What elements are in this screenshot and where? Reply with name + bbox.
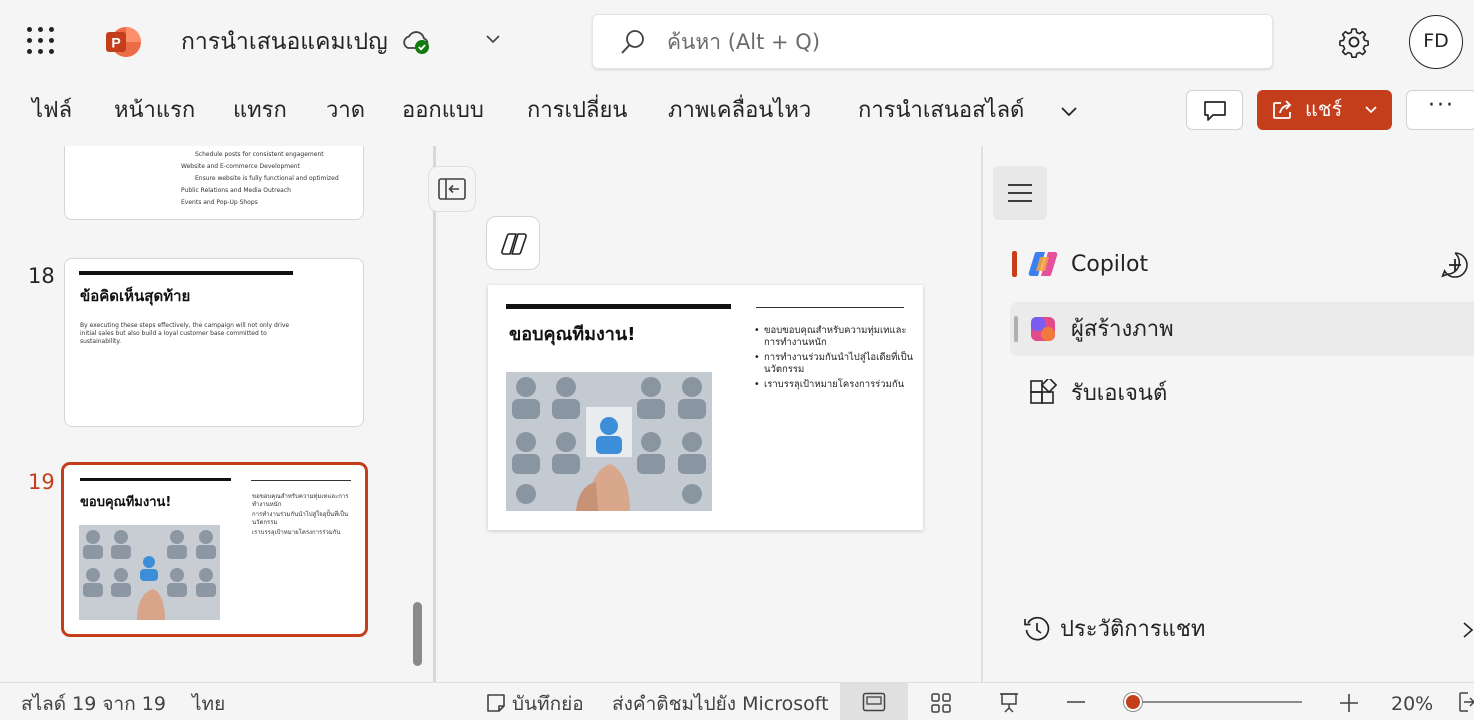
search-placeholder: ค้นหา (Alt + Q) — [667, 30, 821, 54]
share-label: แชร์ — [1305, 97, 1343, 121]
search-icon — [621, 30, 644, 54]
thumb-title-bar — [80, 478, 231, 481]
slide-thumbnail-pane[interactable]: Schedule posts for consistent engagement… — [0, 146, 434, 682]
copilot-slide-button[interactable] — [486, 216, 540, 270]
notes-icon — [487, 694, 505, 712]
active-indicator — [1012, 251, 1017, 277]
share-button[interactable]: แชร์ — [1257, 90, 1392, 130]
share-icon — [1273, 100, 1292, 119]
collapse-thumbnails-button[interactable] — [428, 166, 476, 212]
slide-thumbnail-17[interactable]: Schedule posts for consistent engagement… — [64, 146, 364, 220]
document-title[interactable]: การนำเสนอแคมเปญ — [181, 24, 388, 60]
chevron-down-icon[interactable] — [1058, 100, 1080, 122]
zoom-out-icon[interactable] — [1065, 692, 1087, 712]
svg-text:P: P — [111, 35, 120, 51]
tab-animations[interactable]: ภาพเคลื่อนไหว — [668, 94, 811, 128]
thumbnail-pane-divider[interactable] — [433, 146, 436, 682]
slide-divider — [756, 307, 904, 308]
slide-bullets[interactable]: ขอบขอบคุณสำหรับความทุ่มเทและการทำงานหนัก… — [754, 325, 914, 394]
history-icon[interactable] — [1023, 615, 1051, 643]
gear-icon[interactable] — [1338, 26, 1370, 58]
cloud-saved-icon[interactable] — [401, 28, 433, 56]
tab-insert[interactable]: แทรก — [233, 94, 287, 128]
comments-button[interactable] — [1186, 90, 1243, 130]
tab-file[interactable]: ไฟล์ — [32, 94, 72, 128]
thumb-text-line: Website and E-commerce Development — [181, 163, 300, 170]
comment-icon — [1204, 101, 1226, 121]
current-slide[interactable]: ขอบคุณทีมงาน! ขอบขอบคุณสำหรับความทุ่มเทแ… — [488, 285, 923, 530]
slide-bullet: การทำงานร่วมกันนำไปสู่ไอเดียที่เป็นนวัตก… — [754, 352, 914, 376]
slide-title-bar — [506, 304, 731, 309]
powerpoint-logo-icon: P — [106, 27, 141, 57]
tab-home[interactable]: หน้าแรก — [114, 94, 195, 128]
chevron-down-icon[interactable] — [484, 30, 502, 48]
team-puzzle-photo[interactable] — [506, 372, 712, 511]
thumb-body: By executing these steps effectively, th… — [80, 322, 290, 345]
thumb-bullet: การทำงานร่วมกันนำไปสู่ใจอุปั้นที่เป็นนวั… — [252, 511, 349, 526]
zoom-slider-thumb[interactable] — [1124, 693, 1142, 711]
search-box[interactable]: ค้นหา (Alt + Q) — [592, 14, 1273, 69]
slide-title[interactable]: ขอบคุณทีมงาน! — [509, 319, 635, 348]
hamburger-icon — [1008, 184, 1032, 202]
copilot-label[interactable]: Copilot — [1071, 249, 1148, 281]
zoom-in-icon[interactable] — [1338, 692, 1360, 714]
thumb-title: ข้อคิดเห็นสุดท้าย — [80, 287, 191, 305]
chevron-down-icon — [1365, 106, 1377, 114]
slide-thumbnail-19[interactable]: ขอบคุณทีมงาน! ขอขอบคุณสำหรับความทุ่มเทแล… — [61, 462, 368, 637]
reading-view-icon[interactable] — [998, 691, 1020, 715]
thumb-team-photo — [79, 525, 220, 620]
zoom-level[interactable]: 20% — [1391, 692, 1433, 716]
apps-add-icon[interactable] — [1029, 379, 1057, 407]
thumb-text-line: Schedule posts for consistent engagement — [195, 151, 324, 158]
get-agents-label[interactable]: รับเอเจนต์ — [1071, 378, 1167, 410]
slide-number: 18 — [28, 264, 55, 288]
item-indicator — [1014, 316, 1018, 342]
thumb-bullets: ขอขอบคุณสำหรับความทุ่มเทและการทำงานหนัก … — [252, 493, 354, 537]
new-chat-icon[interactable] — [1440, 250, 1470, 280]
slide-number: 19 — [28, 470, 55, 494]
collapse-pane-icon — [438, 178, 466, 200]
chat-history-label[interactable]: ประวัติการแชท — [1060, 614, 1205, 646]
copilot-outline-icon — [501, 233, 527, 255]
notes-button[interactable]: บันทึกย่อ — [512, 692, 584, 716]
thumb-divider — [251, 480, 351, 481]
user-avatar[interactable]: FD — [1409, 15, 1463, 69]
tab-draw[interactable]: วาด — [326, 94, 365, 128]
zoom-slider-track[interactable] — [1124, 701, 1302, 703]
slide-thumbnail-18[interactable]: ข้อคิดเห็นสุดท้าย By executing these ste… — [64, 258, 364, 427]
more-options-button[interactable]: ··· — [1406, 90, 1474, 130]
feedback-button[interactable]: ส่งคำติชมไปยัง Microsoft — [612, 692, 829, 716]
chevron-right-icon[interactable] — [1462, 620, 1474, 640]
thumb-bullet: ขอขอบคุณสำหรับความทุ่มเทและการทำงานหนัก — [252, 493, 349, 508]
thumb-text-line: Public Relations and Media Outreach — [181, 187, 291, 194]
tab-slideshow[interactable]: การนำเสนอสไลด์ — [858, 94, 1024, 128]
slide-bullet: เราบรรลุเป้าหมายโครงการร่วมกัน — [754, 379, 914, 391]
thumb-title: ขอบคุณทีมงาน! — [80, 495, 172, 510]
menu-button[interactable] — [993, 166, 1047, 220]
image-creator-label[interactable]: ผู้สร้างภาพ — [1071, 314, 1174, 346]
tab-design[interactable]: ออกแบบ — [402, 94, 484, 128]
image-creator-icon[interactable] — [1027, 313, 1059, 345]
app-launcher-icon[interactable] — [27, 27, 55, 55]
slide-sorter-icon[interactable] — [930, 692, 952, 714]
side-pane-divider — [981, 146, 983, 682]
thumb-text-line: Ensure website is fully functional and o… — [195, 175, 339, 182]
slide-bullet: ขอบขอบคุณสำหรับความทุ่มเทและการทำงานหนัก — [754, 325, 914, 349]
thumbnail-scrollbar[interactable] — [413, 602, 422, 666]
status-bar: สไลด์ 19 จาก 19 ไทย บันทึกย่อ ส่งคำติชมไ… — [0, 682, 1474, 720]
slide-count[interactable]: สไลด์ 19 จาก 19 — [21, 692, 166, 716]
thumb-text-line: Events and Pop-Up Shops — [181, 199, 258, 206]
normal-view-icon — [862, 692, 886, 712]
normal-view-button[interactable] — [840, 683, 908, 720]
language-indicator[interactable]: ไทย — [192, 692, 225, 716]
copilot-icon[interactable] — [1027, 249, 1059, 279]
fit-slide-icon[interactable] — [1458, 691, 1474, 713]
thumb-title-bar — [79, 271, 293, 275]
thumb-bullet: เราบรรลุเป้าหมายโครงการร่วมกัน — [252, 529, 341, 536]
tab-transitions[interactable]: การเปลี่ยน — [527, 94, 627, 128]
